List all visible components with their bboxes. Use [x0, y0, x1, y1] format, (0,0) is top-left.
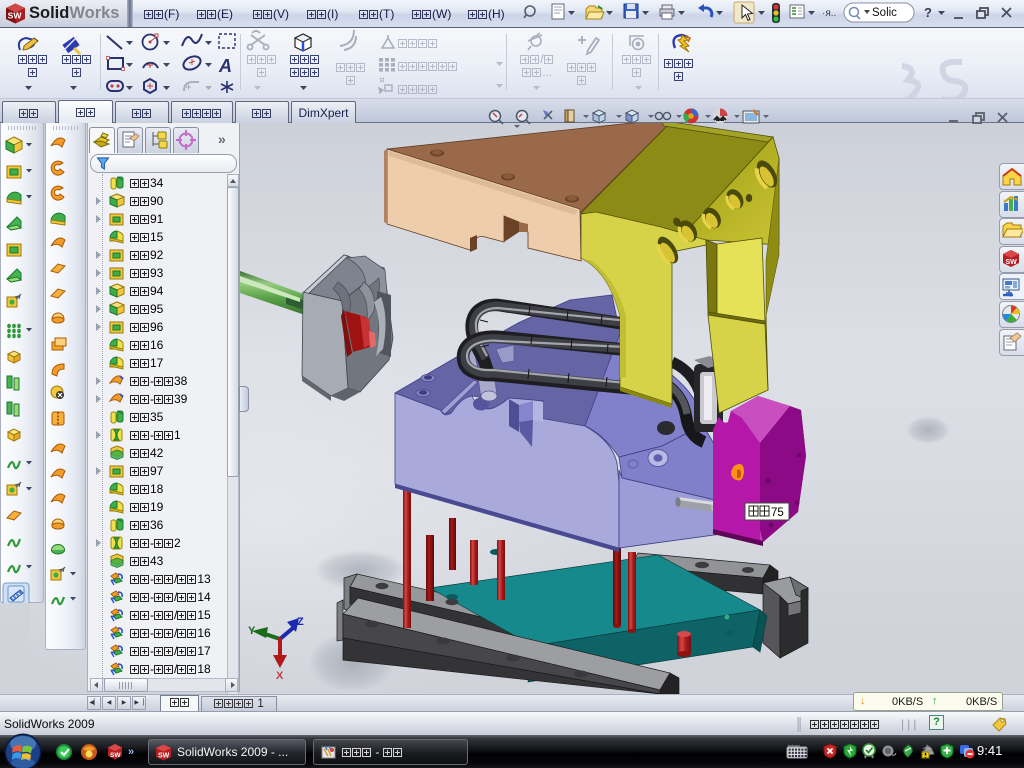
svg-text:keyboard: keyboard [788, 744, 800, 748]
svg-text:?: ? [924, 5, 932, 20]
svg-text:A: A [218, 56, 232, 76]
svg-text:X: X [276, 670, 284, 682]
svg-text:·я..: ·я.. [822, 8, 836, 19]
svg-text:»: » [128, 746, 134, 758]
svg-text:Z: Z [297, 616, 304, 628]
svg-text:SW: SW [158, 753, 170, 760]
svg-text:SW: SW [8, 11, 23, 21]
svg-text:SW: SW [110, 752, 121, 759]
svg-text:Y: Y [248, 625, 256, 637]
svg-text:Solic: Solic [872, 7, 897, 19]
svg-text:75: 75 [771, 507, 784, 519]
svg-text:SW: SW [1006, 259, 1018, 266]
